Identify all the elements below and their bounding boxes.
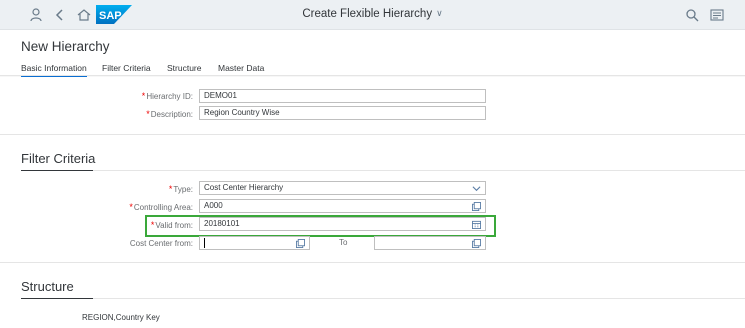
structure-key-text: REGION,Country Key bbox=[82, 313, 160, 322]
tab-basic-information[interactable]: Basic Information bbox=[21, 63, 87, 78]
value-help-icon[interactable] bbox=[472, 239, 481, 248]
value-help-icon[interactable] bbox=[296, 239, 305, 248]
tab-structure[interactable]: Structure bbox=[167, 63, 202, 73]
description-label: *Description: bbox=[146, 109, 193, 119]
controlling-area-value: A000 bbox=[204, 201, 223, 210]
text-cursor bbox=[204, 238, 205, 248]
valid-from-highlight-box bbox=[145, 215, 496, 237]
notifications-icon[interactable] bbox=[709, 7, 725, 23]
section-underline bbox=[21, 298, 93, 299]
tab-filter-criteria[interactable]: Filter Criteria bbox=[102, 63, 151, 73]
value-help-icon[interactable] bbox=[472, 202, 481, 211]
controlling-area-input[interactable]: A000 bbox=[199, 199, 486, 213]
to-label: To bbox=[339, 238, 348, 247]
cost-center-from-label: Cost Center from: bbox=[129, 239, 193, 248]
type-select[interactable]: Cost Center Hierarchy bbox=[199, 181, 486, 195]
controlling-area-label: *Controlling Area: bbox=[129, 202, 193, 212]
type-select-value: Cost Center Hierarchy bbox=[204, 183, 284, 192]
divider bbox=[0, 134, 745, 135]
description-input[interactable]: Region Country Wise bbox=[199, 106, 486, 120]
divider bbox=[93, 170, 745, 171]
divider bbox=[0, 262, 745, 263]
divider bbox=[93, 298, 745, 299]
chevron-down-icon[interactable] bbox=[472, 184, 481, 193]
tab-master-data[interactable]: Master Data bbox=[218, 63, 264, 73]
hierarchy-id-input[interactable]: DEMO01 bbox=[199, 89, 486, 103]
page-title: New Hierarchy bbox=[21, 39, 110, 54]
search-icon[interactable] bbox=[684, 7, 700, 23]
shell-bar: SAP Create Flexible Hierarchy ∨ bbox=[0, 0, 745, 30]
type-label: *Type: bbox=[168, 184, 193, 194]
section-underline bbox=[21, 170, 93, 171]
app-title[interactable]: Create Flexible Hierarchy ∨ bbox=[0, 8, 745, 20]
filter-criteria-section-title: Filter Criteria bbox=[21, 151, 96, 166]
chevron-down-icon: ∨ bbox=[436, 8, 443, 18]
app-title-text: Create Flexible Hierarchy bbox=[302, 8, 433, 20]
structure-section-title: Structure bbox=[21, 279, 74, 294]
cost-center-to-input[interactable] bbox=[374, 236, 486, 250]
hierarchy-id-label: *Hierarchy ID: bbox=[141, 91, 193, 101]
cost-center-from-input[interactable] bbox=[199, 236, 310, 250]
page-header: New Hierarchy Basic Information Filter C… bbox=[0, 30, 745, 78]
